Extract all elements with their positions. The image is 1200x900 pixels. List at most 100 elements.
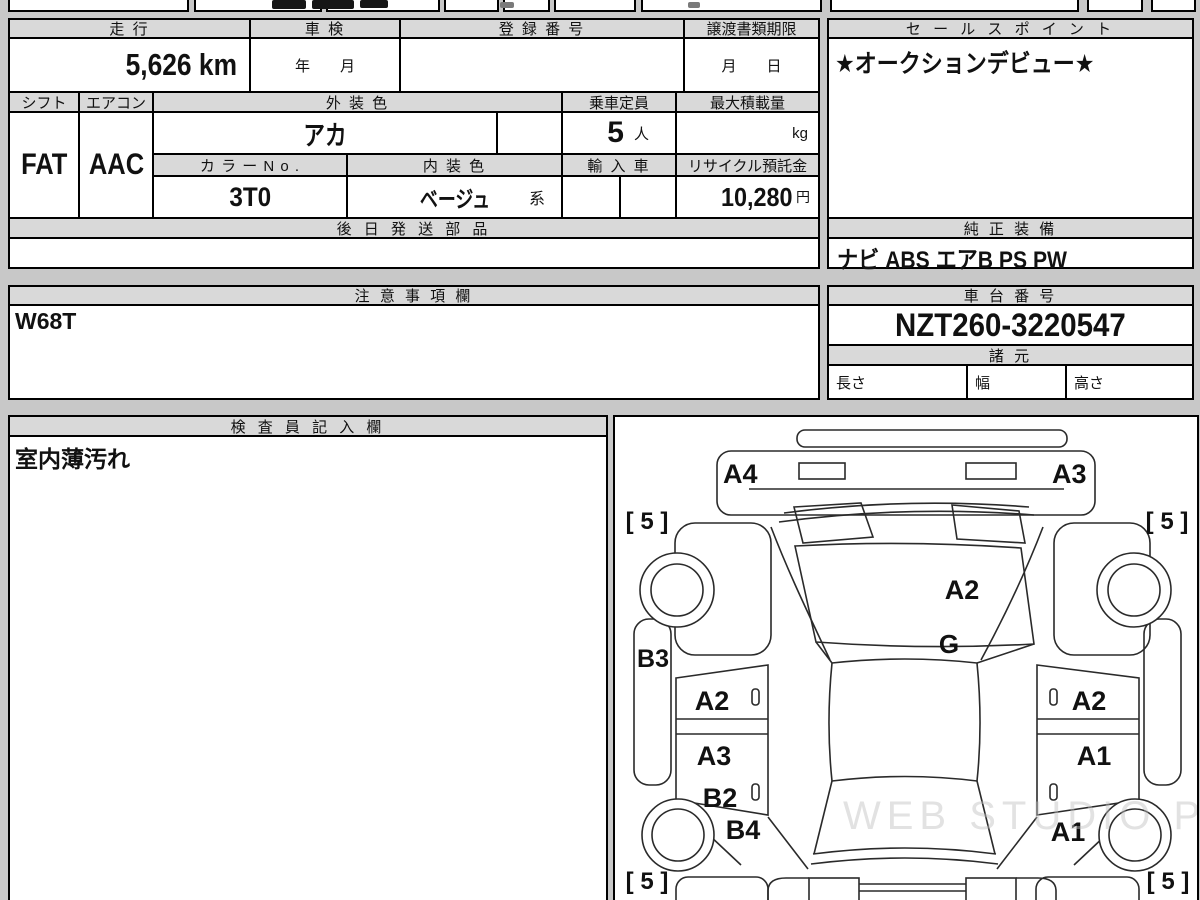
- inspection-value: 年 月: [249, 37, 401, 93]
- corner-mark-top-right: [ 5 ]: [1146, 508, 1189, 535]
- equipment-header: 純 正 装 備: [827, 217, 1194, 239]
- exterior-color-value: アカ: [152, 111, 498, 155]
- sales-point-text: ★オークションデビュー★: [835, 50, 1095, 78]
- inspection-header: 車 検: [249, 18, 401, 39]
- exterior-color-extra-cell: [496, 111, 563, 155]
- damage-label-a1-door-right: A1: [1077, 741, 1112, 771]
- specs-header: 諸 元: [827, 344, 1194, 366]
- door-handle-left-front: [751, 783, 760, 801]
- headlight-left: [808, 877, 860, 900]
- damage-label-a3-door-left: A3: [697, 741, 732, 771]
- color-no-text: 3T0: [229, 181, 271, 212]
- aircon-value: AAC: [78, 111, 154, 219]
- door-handle-left-rear: [751, 688, 760, 706]
- notes-box: W68T: [8, 304, 820, 400]
- damage-label-a4: A4: [723, 459, 758, 489]
- recycle-deposit-value: 10,280 円: [675, 175, 820, 219]
- damage-label-b2-rocker-left: B2: [703, 783, 738, 813]
- shift-header: シフト: [8, 91, 80, 113]
- watermark-text: WEB STUDIO PRO: [843, 794, 1197, 838]
- aircon-header: エアコン: [78, 91, 154, 113]
- notes-header: 注 意 事 項 欄: [8, 285, 820, 306]
- damage-label-b3-sill: B3: [637, 645, 669, 673]
- chassis-number-box: NZT260-3220547: [827, 304, 1194, 346]
- registration-value: [399, 37, 685, 93]
- recycle-deposit-number: 10,280: [721, 181, 793, 212]
- rear-window-connector-right: [976, 643, 1035, 664]
- interior-color-suffix: 系: [528, 191, 545, 208]
- mileage-header: 走 行: [8, 18, 251, 39]
- interior-color-value: ベージュ 系: [346, 175, 563, 219]
- cropped-row-cell: [1087, 0, 1143, 12]
- exterior-color-header: 外 装 色: [152, 91, 563, 113]
- color-no-header: カ ラ ー N o .: [152, 153, 348, 177]
- capacity-unit: 人: [633, 125, 649, 143]
- shift-value: FAT: [8, 111, 80, 219]
- damage-label-b4-fender-left: B4: [726, 815, 761, 845]
- cropped-row-cell: [444, 0, 499, 12]
- body-side-left: [770, 526, 831, 661]
- corner-mark-bottom-left: [ 5 ]: [626, 868, 669, 895]
- color-no-value: 3T0: [152, 175, 348, 219]
- tail-light-left: [798, 462, 846, 480]
- cropped-row-cell: [641, 0, 822, 12]
- roof-outline: [828, 658, 981, 782]
- later-parts-value: [8, 237, 820, 269]
- mileage-value: 5,626 km: [8, 37, 251, 93]
- max-load-header: 最大積載量: [675, 91, 820, 113]
- equipment-box: ナビ ABS エアB PS PW: [827, 237, 1194, 274]
- rear-bumper-bar: [796, 429, 1068, 448]
- door-handle-right-rear: [1049, 688, 1058, 706]
- cropped-text-fragment: [500, 2, 514, 8]
- spec-length-cell: 長さ: [827, 364, 968, 400]
- rear-glass-band: [778, 502, 1035, 544]
- tail-light-right: [965, 462, 1017, 480]
- capacity-header: 乗車定員: [561, 91, 677, 113]
- interior-color-text: ベージュ: [419, 186, 490, 212]
- damage-label-a2-door-left: A2: [695, 686, 730, 716]
- car-diagram: A4 A3 A2 G B3 A2 A3 B2 B4 A2 A1 A1 [ 5 ]…: [626, 429, 1197, 900]
- max-load-value: kg: [675, 111, 820, 155]
- headlight-right: [965, 877, 1017, 900]
- capacity-value: 5 人: [561, 111, 677, 155]
- front-bumper: [767, 877, 1057, 900]
- capacity-number: 5: [607, 116, 624, 149]
- cropped-text-fragment: [360, 0, 388, 8]
- cropped-row-cell: [830, 0, 1079, 12]
- import-value-b: [619, 175, 677, 219]
- recycle-deposit-header: リサイクル預託金: [675, 153, 820, 177]
- recycle-deposit-unit: 円: [796, 189, 810, 205]
- cropped-text-fragment: [312, 0, 354, 9]
- mileage-text: 5,626 km: [125, 47, 237, 82]
- side-sill-right: [1143, 618, 1182, 786]
- rear-window: [794, 542, 1035, 648]
- inspector-text: 室内薄汚れ: [15, 446, 130, 472]
- inspector-box: 室内薄汚れ: [8, 435, 608, 900]
- equipment-text: ナビ ABS エアB PS PW: [837, 247, 1067, 274]
- cropped-text-fragment: [688, 2, 700, 8]
- chassis-number-text: NZT260-3220547: [895, 306, 1126, 343]
- chassis-number-header: 車 台 番 号: [827, 285, 1194, 306]
- sales-point-box: ★オークションデビュー★: [827, 37, 1194, 219]
- aircon-text: AAC: [88, 148, 144, 181]
- damage-label-a3-rear: A3: [1052, 459, 1087, 489]
- shift-text: FAT: [20, 148, 68, 181]
- cropped-text-fragment: [272, 0, 306, 9]
- transfer-deadline-header: 譲渡書類期限: [683, 18, 820, 39]
- sales-point-header: セ ー ル ス ポ イ ン ト: [827, 18, 1194, 39]
- registration-header: 登 録 番 号: [399, 18, 685, 39]
- transfer-deadline-value: 月 日: [683, 37, 820, 93]
- spec-width-cell: 幅: [966, 364, 1067, 400]
- auction-sheet: 走 行 車 検 登 録 番 号 譲渡書類期限 5,626 km 年 月 月 日 …: [0, 0, 1200, 900]
- corner-mark-bottom-right: [ 5 ]: [1147, 868, 1190, 895]
- wheel-rear-left: [639, 552, 715, 628]
- corner-mark-top-left: [ 5 ]: [626, 508, 669, 535]
- spec-height-cell: 高さ: [1065, 364, 1194, 400]
- damage-label-a2-door-right: A2: [1072, 686, 1107, 716]
- notes-text: W68T: [15, 308, 77, 334]
- damage-label-a2-rear-window: A2: [945, 575, 980, 605]
- import-header: 輸 入 車: [561, 153, 677, 177]
- cropped-row-cell: [8, 0, 189, 12]
- import-value-a: [561, 175, 621, 219]
- cropped-row-cell: [554, 0, 636, 12]
